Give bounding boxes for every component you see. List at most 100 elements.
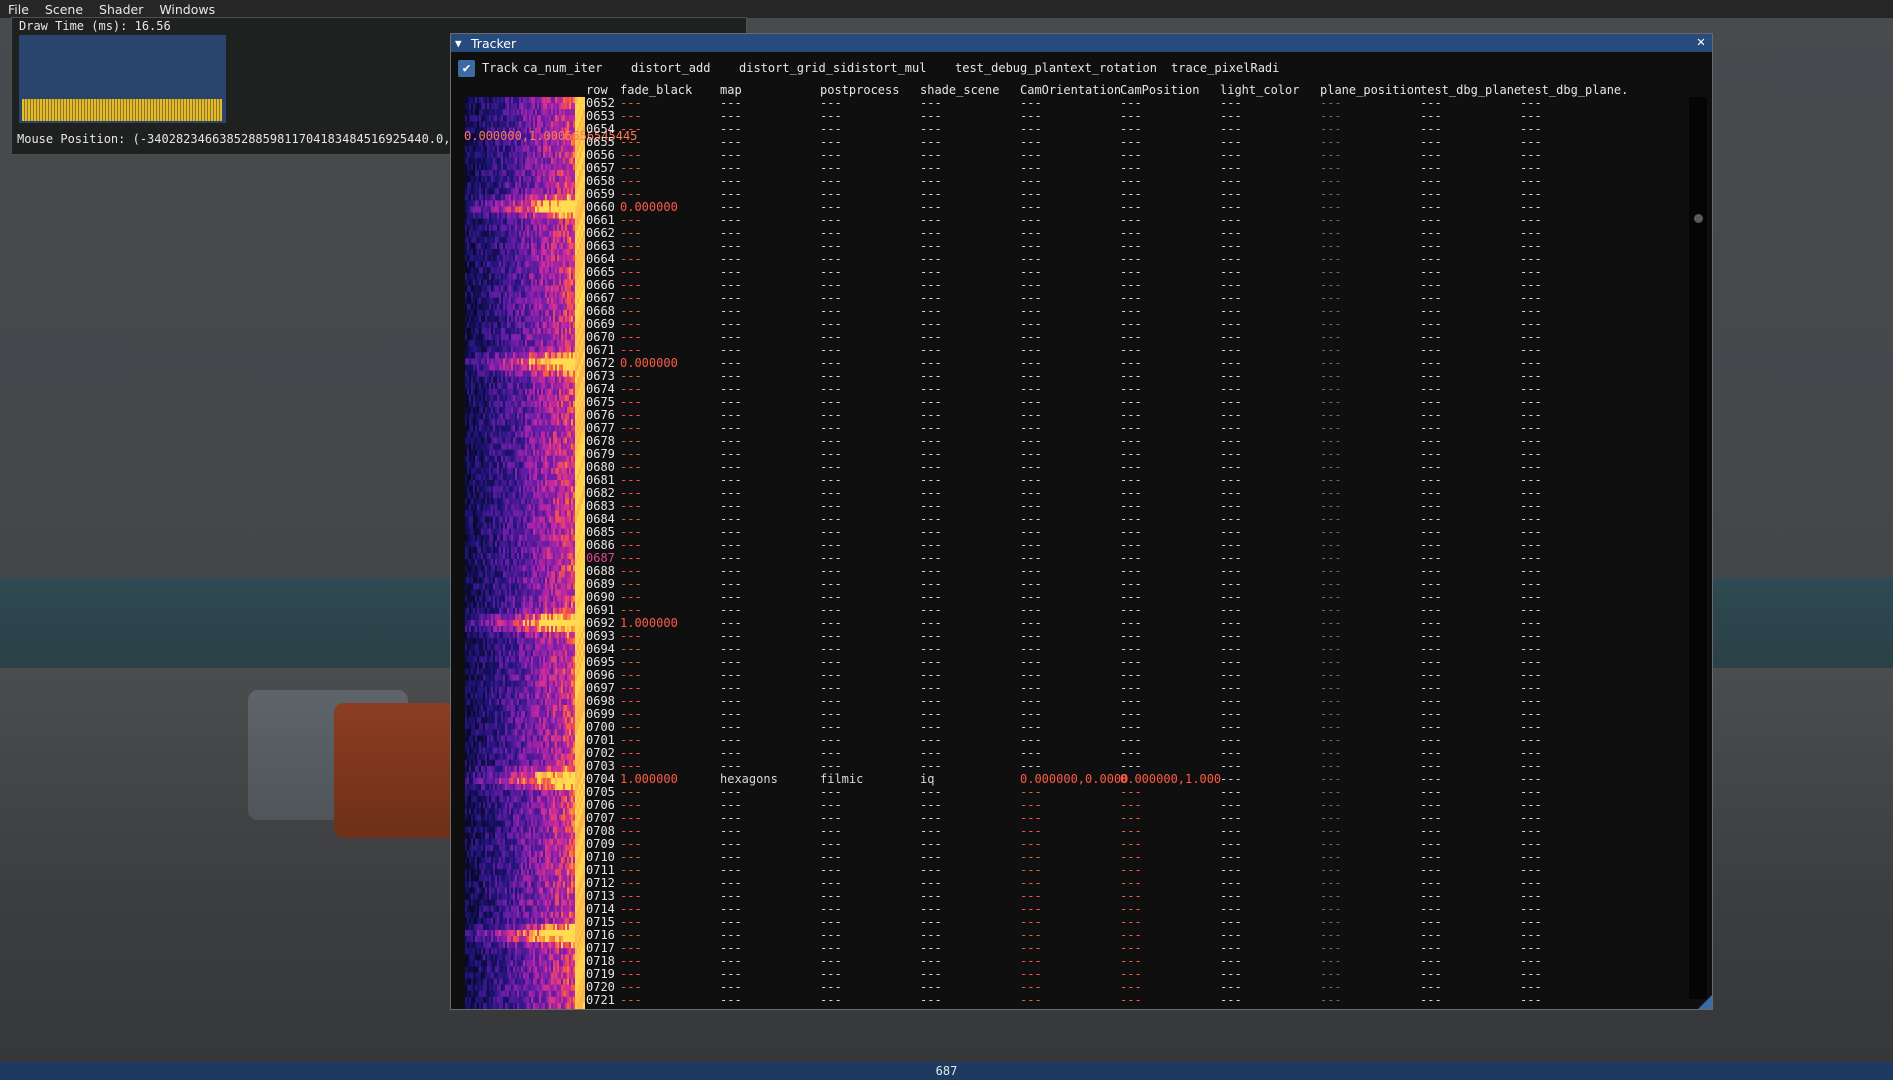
spectrogram-cell [573,206,576,213]
spectrogram-cell [477,230,480,238]
spectrogram-cell [581,480,584,487]
spectrogram-cell [479,407,482,414]
spectrogram-cell [529,358,532,365]
spectrogram-cell [569,425,572,432]
spectrogram-cell [509,279,512,286]
spectrogram-cell [581,449,584,457]
spectrogram-cell [575,534,578,542]
spectrogram-cell [539,504,542,511]
spectrogram-cell [533,163,536,171]
spectrogram-cell [515,169,518,177]
spectrogram-cell [495,352,498,359]
spectrogram-cell [507,224,510,232]
spectrogram-cell [561,577,564,584]
spectrogram-cell [575,528,578,536]
spectrogram-cell [515,559,518,566]
spectrogram-cell [541,145,544,153]
track-var-trace-pixelradi[interactable]: trace_pixelRadi [1171,61,1279,75]
track-var-distort-grid-si[interactable]: distort_grid_si [739,61,847,75]
menu-scene[interactable]: Scene [37,2,91,17]
spectrogram-cell [475,407,478,414]
spectrogram-cell [553,486,556,493]
menu-shader[interactable]: Shader [91,2,151,17]
spectrogram-cell [561,157,564,165]
spectrogram-cell [573,553,576,560]
spectrogram-cell [569,565,572,572]
spectrogram-cell [479,230,482,238]
spectrogram-cell [515,176,518,183]
spectrogram-cell [551,498,554,505]
spectrogram-cell [559,224,562,232]
spectrogram-cell [527,486,530,493]
spectrogram-cell [523,200,526,207]
spectrogram-cell [493,309,496,317]
spectrogram-cell [489,224,492,232]
spectrogram-cell [545,188,548,195]
spectrogram-cell [467,224,470,232]
spectrogram-cell [557,188,560,195]
spectrogram-cell [549,504,552,511]
spectrogram-cell [471,498,474,505]
spectrogram-cell [583,455,585,463]
track-var-distort-add[interactable]: distort_add [631,61,710,75]
spectrogram-cell [521,358,524,365]
spectrogram-cell [565,321,568,329]
spectrogram-cell [513,352,516,359]
spectrogram-cell [501,169,504,177]
spectrogram-cell [569,169,572,177]
spectrogram-cell [517,249,520,256]
spectrogram-cell [473,273,476,280]
spectrogram-cell [559,297,562,305]
spectrogram-cell [471,394,474,402]
tracker-titlebar[interactable]: ▼ Tracker ✕ [451,34,1712,52]
track-var-ca-num-iter[interactable]: ca_num_iter [523,61,602,75]
spectrogram-cell [521,431,524,438]
spectrogram-cell [563,109,566,116]
spectrogram-cell [485,425,488,432]
spectrogram-cell [507,449,510,457]
spectrogram-cell [515,370,518,377]
menu-windows[interactable]: Windows [151,2,223,17]
spectrogram-cell [581,589,584,596]
tracker-window[interactable]: ▼ Tracker ✕ ✔ Track ca_num_iter distort_… [450,33,1713,1010]
spectrogram-cell [557,321,560,329]
spectrogram-cell [497,291,500,298]
spectrogram-cell [527,340,530,347]
track-var-text-rotation[interactable]: text_rotation [1063,61,1157,75]
spectrogram-cell [495,115,498,122]
spectrogram-cell [509,321,512,329]
spectrogram-cell [563,200,566,207]
spectrogram-cell [565,352,568,359]
spectrogram-cell [469,553,472,560]
collapse-triangle-icon[interactable]: ▼ [455,37,469,50]
spectrogram-cell [551,461,554,469]
spectrogram-cell [525,449,528,457]
menu-file[interactable]: File [0,2,37,17]
spectrogram-cell [465,285,468,292]
spectrogram-cell [501,546,504,554]
spectrogram-cell [577,291,580,298]
spectrogram-cell [513,443,516,450]
spectrogram-cell [467,334,470,341]
close-icon[interactable]: ✕ [1694,35,1708,49]
spectrogram-cell [563,346,566,353]
spectrogram-cell [561,346,564,353]
spectrogram-cell [535,151,538,159]
spectrogram-cell [555,176,558,183]
spectrogram-cell [575,388,578,396]
spectrogram-cell [509,504,512,511]
track-checkbox[interactable]: ✔ [458,60,475,77]
spectrogram-cell [513,382,516,390]
track-var-test-debug-plan[interactable]: test_debug_plan [955,61,1063,75]
spectrogram-cell [473,449,476,457]
track-var-distort-mul[interactable]: distort_mul [847,61,926,75]
spectrogram-cell [513,236,516,244]
spectrogram-cell [511,437,514,444]
spectrogram-cell [573,352,576,359]
spectrogram-cell [577,589,580,596]
spectrogram-cell [521,370,524,377]
spectrogram-cell [509,486,512,493]
spectrogram-cell [473,571,476,578]
spectrogram-cell [549,486,552,493]
spectrogram-cell [489,303,492,311]
